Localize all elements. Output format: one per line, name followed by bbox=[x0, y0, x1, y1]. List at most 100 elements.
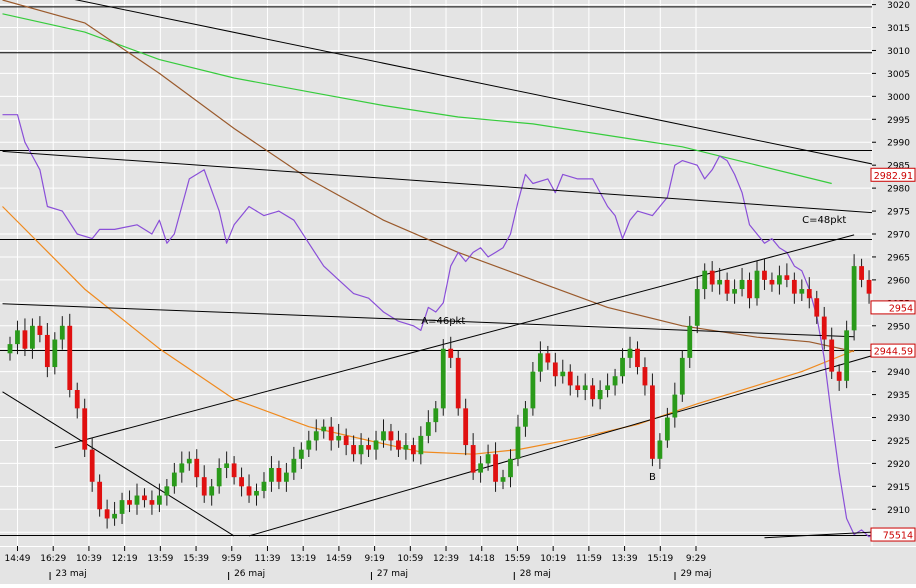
price-chart: A=46pktBC=48pkt 290529102915292029252930… bbox=[0, 0, 916, 584]
x-tick-label: 14:49 bbox=[5, 554, 31, 564]
y-tick-label: 3020 bbox=[887, 1, 910, 11]
x-tick-label: 11:59 bbox=[576, 554, 602, 564]
candle-body bbox=[298, 449, 304, 459]
y-tick-label: 2990 bbox=[887, 139, 910, 149]
candle-body bbox=[425, 422, 431, 436]
candle-body bbox=[396, 440, 401, 450]
candle-body bbox=[739, 279, 745, 290]
candle-body bbox=[485, 454, 491, 464]
x-tick-label: 13:59 bbox=[147, 554, 173, 564]
x-tick-label: 12:19 bbox=[112, 554, 138, 564]
candle-body bbox=[44, 334, 50, 368]
x-tick-label: 12:39 bbox=[433, 554, 459, 564]
candle-body bbox=[582, 385, 588, 390]
candle-body bbox=[552, 362, 558, 377]
candle-body bbox=[358, 445, 364, 455]
candle-body bbox=[448, 348, 454, 358]
candle-body bbox=[388, 431, 394, 441]
candle-body bbox=[306, 440, 312, 450]
y-tick-label: 2930 bbox=[887, 414, 910, 424]
candle-body bbox=[142, 495, 147, 501]
candle-body bbox=[597, 390, 603, 400]
candle-body bbox=[791, 279, 797, 294]
y-tick-label: 3010 bbox=[887, 47, 910, 57]
candle-body bbox=[89, 449, 95, 482]
x-tick-label: 9:19 bbox=[364, 554, 384, 564]
price-badge-label: 75514 bbox=[883, 531, 913, 542]
candle-body bbox=[657, 440, 663, 459]
candle-body bbox=[216, 468, 222, 487]
candle-body bbox=[104, 509, 110, 519]
candle-body bbox=[59, 325, 65, 340]
candle-body bbox=[844, 330, 850, 381]
candle-body bbox=[171, 472, 177, 487]
x-tick-label: 15:59 bbox=[504, 554, 530, 564]
candle-body bbox=[97, 481, 103, 510]
candle-body bbox=[709, 270, 715, 285]
candle-body bbox=[821, 316, 827, 340]
candle-body bbox=[478, 463, 484, 473]
candle-body bbox=[769, 279, 775, 285]
x-tick-label: 13:39 bbox=[612, 554, 638, 564]
x-tick-label: 10:19 bbox=[540, 554, 566, 564]
candle-body bbox=[762, 270, 767, 280]
candle-body bbox=[650, 385, 655, 459]
date-label: 29 maj bbox=[680, 569, 711, 579]
candle-body bbox=[754, 270, 760, 299]
candle-body bbox=[239, 477, 244, 487]
candle-body bbox=[343, 435, 349, 446]
x-tick-label: 15:19 bbox=[647, 554, 673, 564]
candle-body bbox=[52, 339, 58, 368]
candle-body bbox=[224, 463, 230, 468]
y-tick-label: 3000 bbox=[887, 93, 910, 103]
price-badge-label: 2954 bbox=[889, 303, 913, 314]
candle-body bbox=[605, 385, 610, 390]
annotation-label: A=46pkt bbox=[421, 316, 465, 327]
y-tick-label: 3005 bbox=[887, 70, 910, 80]
candle-body bbox=[74, 390, 80, 409]
y-tick-label: 2915 bbox=[887, 483, 910, 493]
candle-body bbox=[508, 458, 513, 478]
candle-body bbox=[560, 371, 566, 377]
candle-body bbox=[7, 344, 13, 354]
candle-body bbox=[433, 408, 439, 423]
x-tick-label: 10:39 bbox=[76, 554, 102, 564]
candle-body bbox=[575, 385, 581, 390]
candle-body bbox=[732, 289, 737, 294]
candle-body bbox=[418, 435, 424, 455]
candle-body bbox=[440, 348, 446, 409]
y-tick-label: 2935 bbox=[887, 391, 910, 401]
candle-body bbox=[276, 468, 282, 482]
candle-body bbox=[784, 275, 790, 280]
candle-body bbox=[687, 325, 693, 358]
candle-body bbox=[127, 500, 132, 505]
x-tick-label: 16:29 bbox=[40, 554, 66, 564]
candle-body bbox=[455, 357, 461, 409]
candle-body bbox=[313, 431, 319, 441]
candle-body bbox=[814, 298, 820, 317]
y-tick-label: 2970 bbox=[887, 231, 910, 241]
date-label: 27 maj bbox=[377, 569, 408, 579]
candle-body bbox=[149, 500, 155, 505]
y-tick-label: 2910 bbox=[887, 506, 910, 516]
x-tick-label: 14:59 bbox=[326, 554, 352, 564]
candle-body bbox=[829, 339, 835, 372]
x-axis-panel bbox=[0, 546, 916, 584]
candle-body bbox=[119, 500, 125, 514]
candle-body bbox=[724, 279, 730, 294]
x-tick-label: 15:39 bbox=[183, 554, 209, 564]
y-tick-label: 2980 bbox=[887, 185, 910, 195]
candle-body bbox=[321, 426, 327, 432]
candle-body bbox=[254, 490, 259, 496]
candle-body bbox=[836, 371, 842, 381]
candle-body bbox=[209, 486, 215, 496]
candle-body bbox=[567, 371, 573, 386]
date-label: 26 maj bbox=[234, 569, 265, 579]
date-label: 28 maj bbox=[520, 569, 551, 579]
candle-body bbox=[515, 426, 521, 459]
candle-body bbox=[806, 289, 812, 299]
candle-body bbox=[664, 417, 670, 441]
x-tick-label: 9:59 bbox=[222, 554, 242, 564]
x-tick-label: 13:19 bbox=[290, 554, 316, 564]
candle-body bbox=[291, 458, 297, 473]
